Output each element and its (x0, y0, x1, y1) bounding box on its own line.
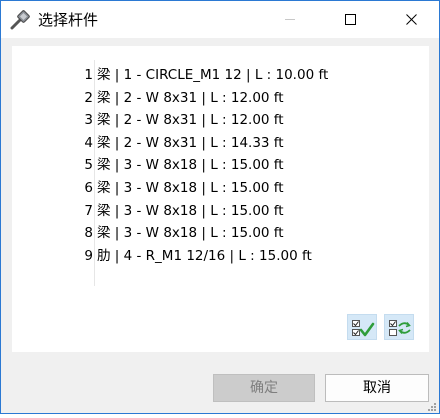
maximize-button[interactable] (327, 1, 373, 38)
members-list[interactable]: 1 梁 | 1 - CIRCLE_M1 12 | L : 10.00 ft 2 … (12, 64, 429, 267)
member-description: 梁 | 3 - W 8x18 | L : 15.00 ft (97, 202, 284, 219)
row-number: 9 (84, 247, 93, 264)
invert-selection-icon (389, 320, 411, 336)
list-item[interactable]: 6 梁 | 3 - W 8x18 | L : 15.00 ft (12, 177, 429, 200)
member-description: 梁 | 2 - W 8x31 | L : 14.33 ft (97, 134, 284, 151)
resize-grip-icon[interactable] (425, 399, 437, 411)
list-item[interactable]: 5 梁 | 3 - W 8x18 | L : 15.00 ft (12, 154, 429, 177)
row-number: 4 (84, 134, 93, 151)
member-description: 梁 | 1 - CIRCLE_M1 12 | L : 10.00 ft (97, 67, 329, 83)
member-description: 梁 | 3 - W 8x18 | L : 15.00 ft (97, 225, 284, 242)
check-all-icon (352, 320, 375, 337)
member-description: 梁 | 2 - W 8x31 | L : 12.00 ft (97, 112, 284, 129)
members-panel: 1 梁 | 1 - CIRCLE_M1 12 | L : 10.00 ft 2 … (12, 46, 429, 352)
member-description: 梁 | 3 - W 8x18 | L : 15.00 ft (97, 157, 284, 174)
window-title: 选择杆件 (38, 11, 99, 29)
select-all-button[interactable] (347, 314, 377, 340)
invert-selection-button[interactable] (384, 314, 414, 340)
list-item[interactable]: 7 梁 | 3 - W 8x18 | L : 15.00 ft (12, 200, 429, 223)
list-item[interactable]: 3 梁 | 2 - W 8x31 | L : 12.00 ft (12, 109, 429, 132)
select-members-dialog: 选择杆件 1 梁 | 1 - CIRCLE_M1 12 | L : 10.00 … (0, 0, 440, 414)
row-number: 5 (84, 157, 93, 174)
minimize-icon (285, 19, 295, 20)
ok-button[interactable]: 确定 (213, 374, 315, 402)
maximize-icon (345, 14, 356, 25)
title-bar[interactable]: 选择杆件 (1, 1, 439, 38)
row-number: 7 (84, 202, 93, 219)
member-description: 肋 | 4 - R_M1 12/16 | L : 15.00 ft (97, 247, 312, 264)
row-number: 8 (84, 225, 93, 242)
list-item[interactable]: 1 梁 | 1 - CIRCLE_M1 12 | L : 10.00 ft (12, 64, 429, 87)
close-button[interactable] (389, 1, 435, 38)
row-number: 2 (84, 89, 93, 106)
row-number: 6 (84, 179, 93, 196)
close-icon (406, 14, 417, 25)
row-number: 1 (84, 67, 93, 83)
list-item[interactable]: 8 梁 | 3 - W 8x18 | L : 15.00 ft (12, 222, 429, 245)
app-icon (10, 10, 30, 30)
cancel-button[interactable]: 取消 (325, 374, 429, 402)
member-description: 梁 | 2 - W 8x31 | L : 12.00 ft (97, 89, 284, 106)
member-description: 梁 | 3 - W 8x18 | L : 15.00 ft (97, 179, 284, 196)
list-item[interactable]: 4 梁 | 2 - W 8x31 | L : 14.33 ft (12, 132, 429, 155)
list-item[interactable]: 9 肋 | 4 - R_M1 12/16 | L : 15.00 ft (12, 245, 429, 268)
row-number: 3 (84, 112, 93, 129)
minimize-button[interactable] (267, 1, 313, 38)
list-item[interactable]: 2 梁 | 2 - W 8x31 | L : 12.00 ft (12, 87, 429, 110)
